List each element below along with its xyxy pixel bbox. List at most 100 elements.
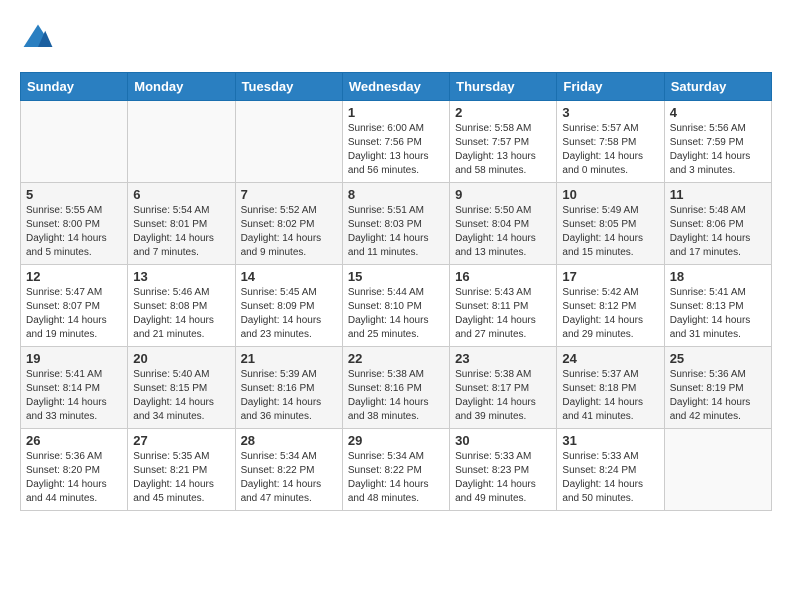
calendar-cell: 9 Sunrise: 5:50 AM Sunset: 8:04 PM Daylig… [450, 183, 557, 265]
calendar-cell: 31Sunrise: 5:33 AM Sunset: 8:24 PM Dayli… [557, 429, 664, 511]
cell-content: Sunrise: 5:37 AM Sunset: 8:18 PM Dayligh… [562, 368, 658, 424]
day-number: 16 [455, 269, 551, 284]
cell-content: Sunrise: 5:48 AM Sunset: 8:06 PM Dayligh… [670, 204, 766, 260]
calendar-cell: 10Sunrise: 5:49 AM Sunset: 8:05 PM Dayli… [557, 183, 664, 265]
cell-content: Sunrise: 5:43 AM Sunset: 8:11 PM Dayligh… [455, 286, 551, 342]
cell-content: Sunrise: 5:38 AM Sunset: 8:16 PM Dayligh… [348, 368, 444, 424]
calendar-cell: 29 Sunrise: 5:34 AM Sunset: 8:22 PM Dayli… [342, 429, 449, 511]
calendar-cell: 4 Sunrise: 5:56 AM Sunset: 7:59 PM Daylig… [664, 101, 771, 183]
calendar-cell: 8 Sunrise: 5:51 AM Sunset: 8:03 PM Daylig… [342, 183, 449, 265]
calendar-cell: 5 Sunrise: 5:55 AM Sunset: 8:00 PM Daylig… [21, 183, 128, 265]
day-number: 30 [455, 433, 551, 448]
calendar-cell: 3Sunrise: 5:57 AM Sunset: 7:58 PM Daylig… [557, 101, 664, 183]
logo [20, 20, 62, 56]
day-number: 11 [670, 187, 766, 202]
cell-content: Sunrise: 5:56 AM Sunset: 7:59 PM Dayligh… [670, 122, 766, 178]
cell-content: Sunrise: 5:47 AM Sunset: 8:07 PM Dayligh… [26, 286, 122, 342]
day-number: 31 [562, 433, 658, 448]
day-number: 14 [241, 269, 337, 284]
day-number: 23 [455, 351, 551, 366]
calendar-week-row: 19 Sunrise: 5:41 AM Sunset: 8:14 PM Dayli… [21, 347, 772, 429]
calendar-cell: 1 Sunrise: 6:00 AM Sunset: 7:56 PM Daylig… [342, 101, 449, 183]
cell-content: Sunrise: 5:41 AM Sunset: 8:14 PM Dayligh… [26, 368, 122, 424]
cell-content: Sunrise: 5:50 AM Sunset: 8:04 PM Dayligh… [455, 204, 551, 260]
day-number: 17 [562, 269, 658, 284]
cell-content: Sunrise: 5:38 AM Sunset: 8:17 PM Dayligh… [455, 368, 551, 424]
calendar-cell: 26 Sunrise: 5:36 AM Sunset: 8:20 PM Dayli… [21, 429, 128, 511]
calendar-cell: 27Sunrise: 5:35 AM Sunset: 8:21 PM Dayli… [128, 429, 235, 511]
cell-content: Sunrise: 5:45 AM Sunset: 8:09 PM Dayligh… [241, 286, 337, 342]
calendar-cell: 22 Sunrise: 5:38 AM Sunset: 8:16 PM Dayli… [342, 347, 449, 429]
header-row: SundayMondayTuesdayWednesdayThursdayFrid… [21, 73, 772, 101]
cell-content: Sunrise: 5:51 AM Sunset: 8:03 PM Dayligh… [348, 204, 444, 260]
day-number: 15 [348, 269, 444, 284]
day-number: 24 [562, 351, 658, 366]
calendar-cell: 20 Sunrise: 5:40 AM Sunset: 8:15 PM Dayli… [128, 347, 235, 429]
day-number: 20 [133, 351, 229, 366]
day-number: 13 [133, 269, 229, 284]
cell-content: Sunrise: 5:36 AM Sunset: 8:19 PM Dayligh… [670, 368, 766, 424]
day-number: 12 [26, 269, 122, 284]
calendar-cell: 19 Sunrise: 5:41 AM Sunset: 8:14 PM Dayli… [21, 347, 128, 429]
cell-content: Sunrise: 5:42 AM Sunset: 8:12 PM Dayligh… [562, 286, 658, 342]
cell-content: Sunrise: 5:36 AM Sunset: 8:20 PM Dayligh… [26, 450, 122, 506]
calendar-cell: 7 Sunrise: 5:52 AM Sunset: 8:02 PM Daylig… [235, 183, 342, 265]
day-number: 4 [670, 105, 766, 120]
cell-content: Sunrise: 5:33 AM Sunset: 8:23 PM Dayligh… [455, 450, 551, 506]
weekday-header: Thursday [450, 73, 557, 101]
day-number: 21 [241, 351, 337, 366]
cell-content: Sunrise: 5:44 AM Sunset: 8:10 PM Dayligh… [348, 286, 444, 342]
calendar-week-row: 1 Sunrise: 6:00 AM Sunset: 7:56 PM Daylig… [21, 101, 772, 183]
day-number: 28 [241, 433, 337, 448]
day-number: 22 [348, 351, 444, 366]
cell-content: Sunrise: 6:00 AM Sunset: 7:56 PM Dayligh… [348, 122, 444, 178]
calendar-cell [235, 101, 342, 183]
day-number: 1 [348, 105, 444, 120]
calendar-cell [21, 101, 128, 183]
calendar-cell: 28 Sunrise: 5:34 AM Sunset: 8:22 PM Dayli… [235, 429, 342, 511]
day-number: 25 [670, 351, 766, 366]
calendar-cell: 13Sunrise: 5:46 AM Sunset: 8:08 PM Dayli… [128, 265, 235, 347]
calendar-cell: 18Sunrise: 5:41 AM Sunset: 8:13 PM Dayli… [664, 265, 771, 347]
calendar-cell: 14 Sunrise: 5:45 AM Sunset: 8:09 PM Dayli… [235, 265, 342, 347]
day-number: 19 [26, 351, 122, 366]
weekday-header: Friday [557, 73, 664, 101]
cell-content: Sunrise: 5:55 AM Sunset: 8:00 PM Dayligh… [26, 204, 122, 260]
day-number: 9 [455, 187, 551, 202]
logo-icon [20, 20, 56, 56]
calendar-cell: 16 Sunrise: 5:43 AM Sunset: 8:11 PM Dayli… [450, 265, 557, 347]
calendar-table: SundayMondayTuesdayWednesdayThursdayFrid… [20, 72, 772, 511]
calendar-cell: 12 Sunrise: 5:47 AM Sunset: 8:07 PM Dayli… [21, 265, 128, 347]
weekday-header: Sunday [21, 73, 128, 101]
cell-content: Sunrise: 5:52 AM Sunset: 8:02 PM Dayligh… [241, 204, 337, 260]
calendar-cell: 17 Sunrise: 5:42 AM Sunset: 8:12 PM Dayli… [557, 265, 664, 347]
calendar-cell: 15 Sunrise: 5:44 AM Sunset: 8:10 PM Dayli… [342, 265, 449, 347]
calendar-cell [664, 429, 771, 511]
calendar-cell: 11 Sunrise: 5:48 AM Sunset: 8:06 PM Dayli… [664, 183, 771, 265]
cell-content: Sunrise: 5:40 AM Sunset: 8:15 PM Dayligh… [133, 368, 229, 424]
calendar-week-row: 5 Sunrise: 5:55 AM Sunset: 8:00 PM Daylig… [21, 183, 772, 265]
cell-content: Sunrise: 5:34 AM Sunset: 8:22 PM Dayligh… [348, 450, 444, 506]
calendar-cell [128, 101, 235, 183]
day-number: 29 [348, 433, 444, 448]
weekday-header: Wednesday [342, 73, 449, 101]
cell-content: Sunrise: 5:58 AM Sunset: 7:57 PM Dayligh… [455, 122, 551, 178]
calendar-cell: 23 Sunrise: 5:38 AM Sunset: 8:17 PM Dayli… [450, 347, 557, 429]
cell-content: Sunrise: 5:49 AM Sunset: 8:05 PM Dayligh… [562, 204, 658, 260]
day-number: 5 [26, 187, 122, 202]
calendar-cell: 30 Sunrise: 5:33 AM Sunset: 8:23 PM Dayli… [450, 429, 557, 511]
cell-content: Sunrise: 5:54 AM Sunset: 8:01 PM Dayligh… [133, 204, 229, 260]
calendar-cell: 6 Sunrise: 5:54 AM Sunset: 8:01 PM Daylig… [128, 183, 235, 265]
day-number: 8 [348, 187, 444, 202]
cell-content: Sunrise: 5:39 AM Sunset: 8:16 PM Dayligh… [241, 368, 337, 424]
calendar-cell: 21 Sunrise: 5:39 AM Sunset: 8:16 PM Dayli… [235, 347, 342, 429]
calendar-cell: 2Sunrise: 5:58 AM Sunset: 7:57 PM Daylig… [450, 101, 557, 183]
day-number: 3 [562, 105, 658, 120]
cell-content: Sunrise: 5:34 AM Sunset: 8:22 PM Dayligh… [241, 450, 337, 506]
weekday-header: Monday [128, 73, 235, 101]
day-number: 6 [133, 187, 229, 202]
cell-content: Sunrise: 5:41 AM Sunset: 8:13 PM Dayligh… [670, 286, 766, 342]
cell-content: Sunrise: 5:35 AM Sunset: 8:21 PM Dayligh… [133, 450, 229, 506]
day-number: 26 [26, 433, 122, 448]
day-number: 7 [241, 187, 337, 202]
